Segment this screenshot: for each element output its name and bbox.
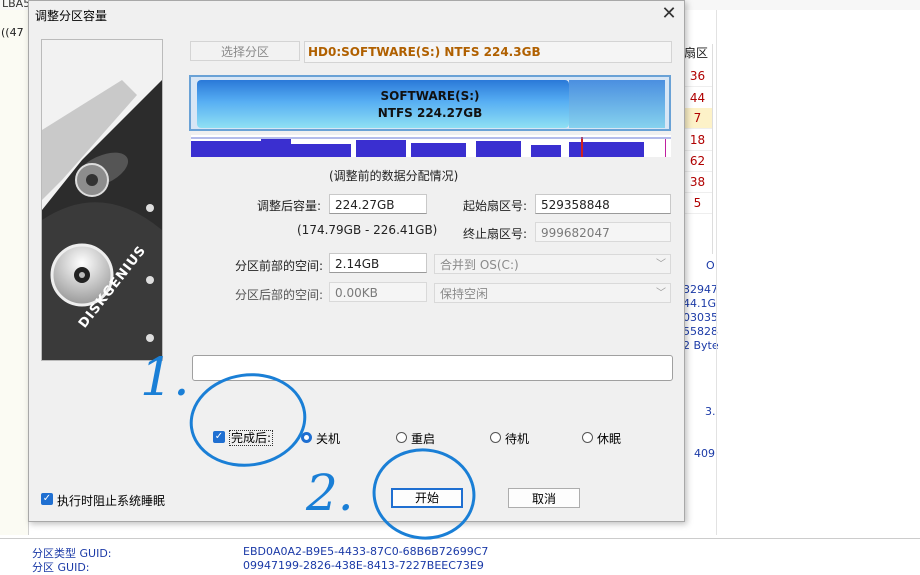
right-info-text: O — [706, 259, 715, 272]
right-info-text: 3. — [705, 405, 716, 418]
resize-partition-dialog: 调整分区容量 ✕ DISKGENIUS 选择分区 HD0:SOFTWARE(S:… — [28, 0, 685, 522]
right-info-text: 32947 — [683, 283, 718, 296]
space-after-action-select: 保持空闲 ﹀ — [434, 283, 671, 303]
annotation-mark-2: 2. — [306, 464, 354, 522]
start-button[interactable]: 开始 — [391, 488, 463, 508]
prevent-sleep-label: 执行时阻止系统睡眠 — [57, 494, 166, 508]
radio-restart[interactable] — [396, 432, 407, 443]
resized-capacity-input[interactable]: 224.27GB — [329, 194, 427, 214]
right-table-cell: 38 — [683, 172, 712, 193]
resized-capacity-label: 调整后容量: — [256, 199, 321, 213]
chevron-down-icon: ﹀ — [656, 259, 666, 270]
partition-guid-label: 分区 GUID: — [32, 561, 90, 574]
right-table-cell: 62 — [683, 151, 712, 172]
right-info-text: 03035 — [683, 311, 718, 324]
right-table-cell: 18 — [683, 130, 712, 151]
right-info-text: 2 Byte — [683, 339, 719, 352]
partition-type-guid-value: EBD0A0A2-B9E5-4433-87C0-68B6B72699C7 — [243, 545, 489, 558]
right-table-divider — [712, 44, 713, 254]
after-complete-label[interactable]: 完成后: — [229, 430, 274, 446]
close-button[interactable]: ✕ — [659, 5, 679, 25]
data-distribution-map — [191, 135, 671, 157]
right-panel-divider — [716, 10, 717, 535]
capacity-range-text: (174.79GB - 226.41GB) — [297, 223, 438, 237]
space-before-action-value: 合并到 OS(C:) — [440, 258, 519, 272]
right-table-cell: 5 — [683, 193, 712, 214]
end-sector-input: 999682047 — [535, 222, 671, 242]
space-after-label: 分区后部的空间: — [234, 288, 323, 302]
radio-standby[interactable] — [490, 432, 501, 443]
distribution-caption: (调整前的数据分配情况) — [329, 169, 459, 183]
background-bottom-info: 分区类型 GUID: EBD0A0A2-B9E5-4433-87C0-68B6B… — [0, 538, 920, 574]
right-info-text: 44.1G — [683, 297, 717, 310]
space-before-label: 分区前部的空间: — [234, 259, 323, 273]
right-table-cell: 44 — [683, 88, 712, 109]
radio-hibernate-label: 休眠 — [597, 432, 622, 446]
space-before-action-select: 合并到 OS(C:) ﹀ — [434, 254, 671, 274]
radio-hibernate[interactable] — [582, 432, 593, 443]
partition-free-area — [569, 80, 665, 128]
right-table-cell: 36 — [683, 66, 712, 87]
cancel-button[interactable]: 取消 — [508, 488, 580, 508]
partition-bar-info: NTFS 224.27GB — [377, 106, 483, 120]
dialog-title: 调整分区容量 — [35, 9, 108, 23]
partition-bar[interactable]: SOFTWARE(S:) NTFS 224.27GB — [189, 75, 671, 131]
partition-path-display: HD0:SOFTWARE(S:) NTFS 224.3GB — [304, 41, 672, 63]
start-sector-label: 起始扇区号: — [462, 199, 527, 213]
radio-restart-label: 重启 — [411, 432, 436, 446]
prevent-sleep-checkbox[interactable]: ✓ — [41, 493, 53, 505]
partition-bar-name: SOFTWARE(S:) — [380, 89, 480, 103]
right-table-cell: 7 — [683, 108, 712, 129]
disk-illustration: DISKGENIUS — [41, 39, 163, 361]
right-info-text: 409 — [694, 447, 715, 460]
chevron-down-icon: ﹀ — [656, 288, 666, 299]
background-right-panel — [683, 10, 920, 535]
annotation-mark-1: 1. — [140, 348, 190, 408]
partition-guid-value: 09947199-2826-438E-8413-7227BEEC73E9 — [243, 559, 484, 572]
end-sector-label: 终止扇区号: — [462, 227, 527, 241]
after-complete-checkbox[interactable]: ✓ — [213, 431, 225, 443]
space-before-input[interactable]: 2.14GB — [329, 253, 427, 273]
radio-shutdown-label: 关机 — [316, 432, 341, 446]
partition-used-area — [197, 80, 569, 128]
background-left-text: ((47 — [1, 26, 24, 39]
right-table-header: 扇区 — [684, 46, 709, 60]
right-info-text: 55828 — [683, 325, 718, 338]
progress-bar — [192, 355, 673, 381]
radio-shutdown[interactable] — [301, 432, 312, 443]
radio-standby-label: 待机 — [505, 432, 530, 446]
background-left-column: ((47 — [0, 10, 29, 535]
start-sector-input[interactable]: 529358848 — [535, 194, 671, 214]
select-partition-button[interactable]: 选择分区 — [190, 41, 300, 61]
space-after-input: 0.00KB — [329, 282, 427, 302]
space-after-action-value: 保持空闲 — [440, 287, 489, 301]
